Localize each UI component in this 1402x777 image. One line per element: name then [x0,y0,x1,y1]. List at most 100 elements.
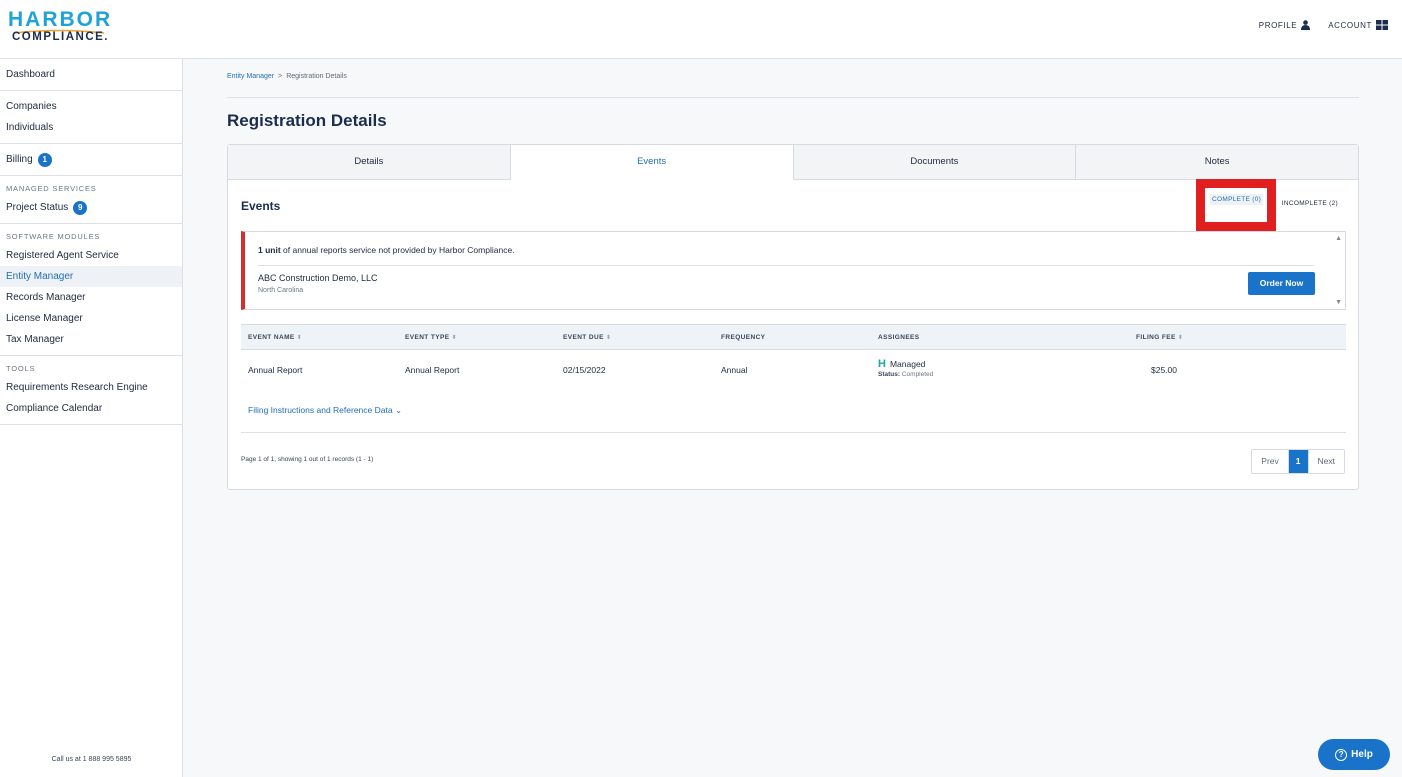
service-notice: 1 unit of annual reports service not pro… [241,231,1346,310]
account-label: ACCOUNT [1328,20,1372,30]
logo-text-compliance: COMPLIANCE. [12,31,109,43]
breadcrumb-current: Registration Details [286,73,347,80]
col-event-type-label: EVENT TYPE [405,333,450,341]
profile-label: PROFILE [1258,20,1298,30]
tab-documents[interactable]: Documents [793,145,1077,179]
col-event-due[interactable]: EVENT DUE ⬍ [563,334,611,341]
sidebar-item-requirements[interactable]: Requirements Research Engine [0,377,182,398]
managed-services-heading: MANAGED SERVICES [6,184,97,193]
harbor-compliance-logo[interactable]: HARBOR COMPLIANCE. [8,9,118,49]
col-frequency: FREQUENCY [721,333,766,341]
prev-page-button[interactable]: Prev [1252,450,1289,473]
col-filing-fee-label: FILING FEE [1136,333,1176,341]
sidebar-item-compliance-calendar[interactable]: Compliance Calendar [0,398,182,419]
filter-complete-button[interactable]: COMPLETE (0) [1210,194,1264,205]
notice-text: of annual reports service not provided b… [280,245,515,255]
sidebar-item-records-manager[interactable]: Records Manager [0,287,182,308]
project-status-count-badge: 9 [73,200,88,215]
billing-count-badge: 1 [37,152,52,167]
status-value: Completed [901,371,934,378]
col-filing-fee[interactable]: FILING FEE ⬍ [1136,334,1183,341]
header-links: PROFILE ACCOUNT [1259,20,1388,30]
col-event-name-label: EVENT NAME [248,333,295,341]
notice-state: North Carolina [258,287,304,294]
notice-company-name: ABC Construction Demo, LLC [258,273,378,283]
sidebar-item-companies[interactable]: Companies [0,96,182,117]
help-button[interactable]: ? Help [1318,739,1390,770]
sidebar-group-billing: Billing 1 [0,144,182,176]
user-icon [1301,20,1311,30]
sidebar-item-billing[interactable]: Billing 1 [0,149,182,170]
table-row: Annual Report Annual Report 02/15/2022 A… [241,350,1346,390]
billing-label: Billing [6,154,33,165]
top-header: HARBOR COMPLIANCE. PROFILE ACCOUNT [0,0,1402,59]
assignee-label: Managed [889,359,926,369]
col-event-type[interactable]: EVENT TYPE ⬍ [405,334,457,341]
profile-link[interactable]: PROFILE [1258,20,1311,30]
cell-event-type: Annual Report [405,365,460,375]
page-1-button[interactable]: 1 [1288,450,1309,473]
filter-incomplete-button[interactable]: INCOMPLETE (2) [1282,200,1338,207]
notice-divider [258,265,1314,266]
status-line: Status: Completed [878,371,933,378]
sidebar-item-project-status[interactable]: Project Status 9 [0,197,182,218]
scroll-up-arrow-icon[interactable]: ▲ [1335,235,1342,242]
events-table: EVENT NAME ⬍ EVENT TYPE ⬍ EVENT DUE ⬍ FREQU… [241,324,1346,390]
next-page-button[interactable]: Next [1308,450,1344,473]
breadcrumb-entity-manager-link[interactable]: Entity Manager [227,73,274,80]
page-title: Registration Details [227,111,387,130]
cell-event-name: Annual Report [248,365,303,375]
sidebar-group-tools: TOOLS Requirements Research Engine Compl… [0,356,182,425]
sort-icon: ⬍ [296,334,303,341]
sidebar-item-tax-manager[interactable]: Tax Manager [0,329,182,350]
sidebar-group-entities: Companies Individuals [0,91,182,144]
notice-unit-count: 1 unit [258,245,281,255]
assignee-managed: H Managed [878,358,933,370]
tab-details[interactable]: Details [228,145,511,179]
events-heading: Events [241,199,281,213]
notice-message: 1 unit of annual reports service not pro… [258,245,515,255]
table-bottom-divider [241,432,1346,433]
sort-icon: ⬍ [1177,334,1184,341]
order-now-button[interactable]: Order Now [1248,272,1315,295]
pagination-info: Page 1 of 1, showing 1 out of 1 records … [241,456,374,463]
help-label: Help [1351,749,1373,760]
question-mark-icon: ? [1335,748,1348,761]
sort-icon: ⬍ [605,334,612,341]
col-event-name[interactable]: EVENT NAME ⬍ [248,334,302,341]
sidebar-group-managed-services: MANAGED SERVICES Project Status 9 [0,176,182,224]
sidebar-item-license-manager[interactable]: License Manager [0,308,182,329]
grid-icon [1376,20,1388,30]
tab-bar: Details Events Documents Notes [228,145,1358,180]
chevron-down-icon: ⌄ [394,405,403,415]
filing-instructions-label: Filing Instructions and Reference Data [248,405,393,415]
sidebar-item-individuals[interactable]: Individuals [0,117,182,138]
sidebar-item-entity-manager[interactable]: Entity Manager [0,266,182,287]
sidebar-item-registered-agent[interactable]: Registered Agent Service [0,245,182,266]
status-label: Status: [878,371,901,378]
sort-icon: ⬍ [451,334,457,341]
col-event-due-label: EVENT DUE [563,333,604,341]
tab-notes[interactable]: Notes [1076,145,1358,179]
col-assignees: ASSIGNEES [878,333,920,341]
breadcrumb-separator: > [278,73,283,80]
scroll-down-arrow-icon[interactable]: ▼ [1335,299,1342,306]
sidebar-item-dashboard[interactable]: Dashboard [0,64,182,85]
project-status-label: Project Status [6,202,69,213]
account-link[interactable]: ACCOUNT [1328,20,1388,30]
sidebar-group-software-modules: SOFTWARE MODULES Registered Agent Servic… [0,224,182,356]
filing-instructions-link[interactable]: Filing Instructions and Reference Data ⌄ [248,405,402,416]
logo-text-harbor: HARBOR [8,8,113,31]
highlight-box: COMPLETE (0) [1196,179,1276,231]
cell-assignee: H Managed Status: Completed [878,358,933,378]
table-header: EVENT NAME ⬍ EVENT TYPE ⬍ EVENT DUE ⬍ FREQU… [241,324,1346,350]
registration-card: Details Events Documents Notes Events CO… [227,144,1359,490]
sidebar: Dashboard Companies Individuals Billing … [0,59,183,777]
cell-frequency: Annual [721,365,748,375]
cell-filing-fee: $25.00 [1151,365,1177,375]
sidebar-phone-footer: Call us at 1 888 995 5895 [51,756,132,763]
tab-events[interactable]: Events [510,145,794,180]
software-modules-heading: SOFTWARE MODULES [6,232,101,241]
harbor-h-icon: H [878,358,886,370]
sidebar-group-dashboard: Dashboard [0,59,182,91]
